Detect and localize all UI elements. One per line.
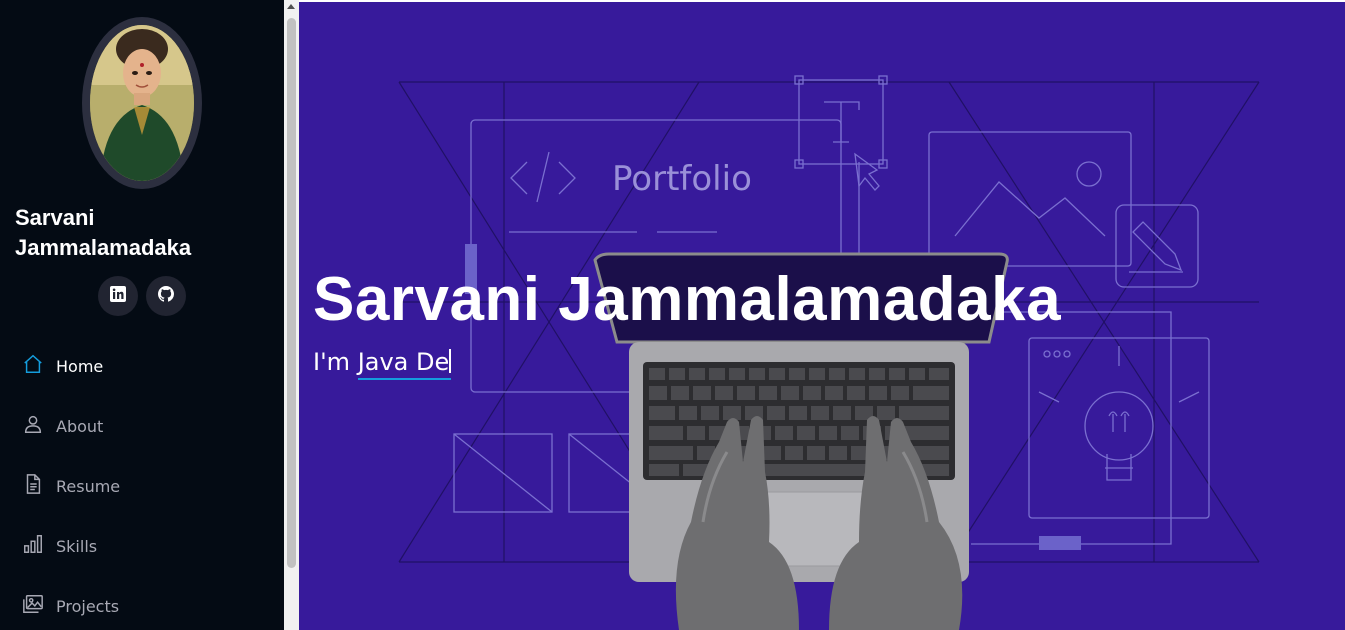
scrollbar-thumb[interactable] bbox=[287, 18, 296, 568]
nav-label-projects: Projects bbox=[56, 596, 120, 616]
profile-name: Sarvani Jammalamadaka bbox=[15, 205, 192, 260]
typing-cursor bbox=[449, 349, 452, 373]
bar-chart-icon bbox=[22, 533, 44, 559]
nav-label-resume: Resume bbox=[56, 476, 121, 496]
nav-label-about: About bbox=[56, 416, 104, 436]
hero-subtitle: I'm Java De bbox=[313, 348, 452, 380]
github-button[interactable] bbox=[146, 276, 186, 316]
nav-item-projects[interactable]: Projects bbox=[22, 576, 272, 630]
sidebar: Sarvani Jammalamadaka Home About Resume … bbox=[0, 0, 284, 630]
hero-section: Portfolio Sarvani Jammalamadaka I'm Java… bbox=[299, 2, 1345, 630]
nav-label-home: Home bbox=[56, 356, 104, 376]
main-nav: Home About Resume Skills Projects bbox=[22, 336, 272, 630]
nav-item-about[interactable]: About bbox=[22, 396, 272, 456]
hero-subtitle-prefix: I'm bbox=[313, 348, 358, 376]
file-icon bbox=[22, 473, 44, 499]
nav-item-home[interactable]: Home bbox=[22, 336, 272, 396]
illustration-portfolio-text: Portfolio bbox=[612, 159, 752, 199]
hero-title: Sarvani Jammalamadaka bbox=[313, 265, 1062, 334]
social-links bbox=[98, 276, 186, 316]
sidebar-scrollbar[interactable] bbox=[284, 0, 299, 630]
nav-item-skills[interactable]: Skills bbox=[22, 516, 272, 576]
linkedin-button[interactable] bbox=[98, 276, 138, 316]
linkedin-icon bbox=[110, 285, 126, 307]
typed-role: Java De bbox=[357, 348, 450, 376]
nav-label-skills: Skills bbox=[56, 536, 98, 556]
images-icon bbox=[22, 593, 44, 619]
profile-avatar bbox=[82, 17, 202, 189]
typed-text: Java De bbox=[357, 348, 452, 380]
nav-item-resume[interactable]: Resume bbox=[22, 456, 272, 516]
avatar-image bbox=[90, 25, 194, 181]
github-icon bbox=[158, 285, 174, 307]
person-icon bbox=[22, 413, 44, 439]
scroll-up-arrow-icon[interactable] bbox=[287, 4, 295, 9]
home-icon bbox=[22, 353, 44, 379]
